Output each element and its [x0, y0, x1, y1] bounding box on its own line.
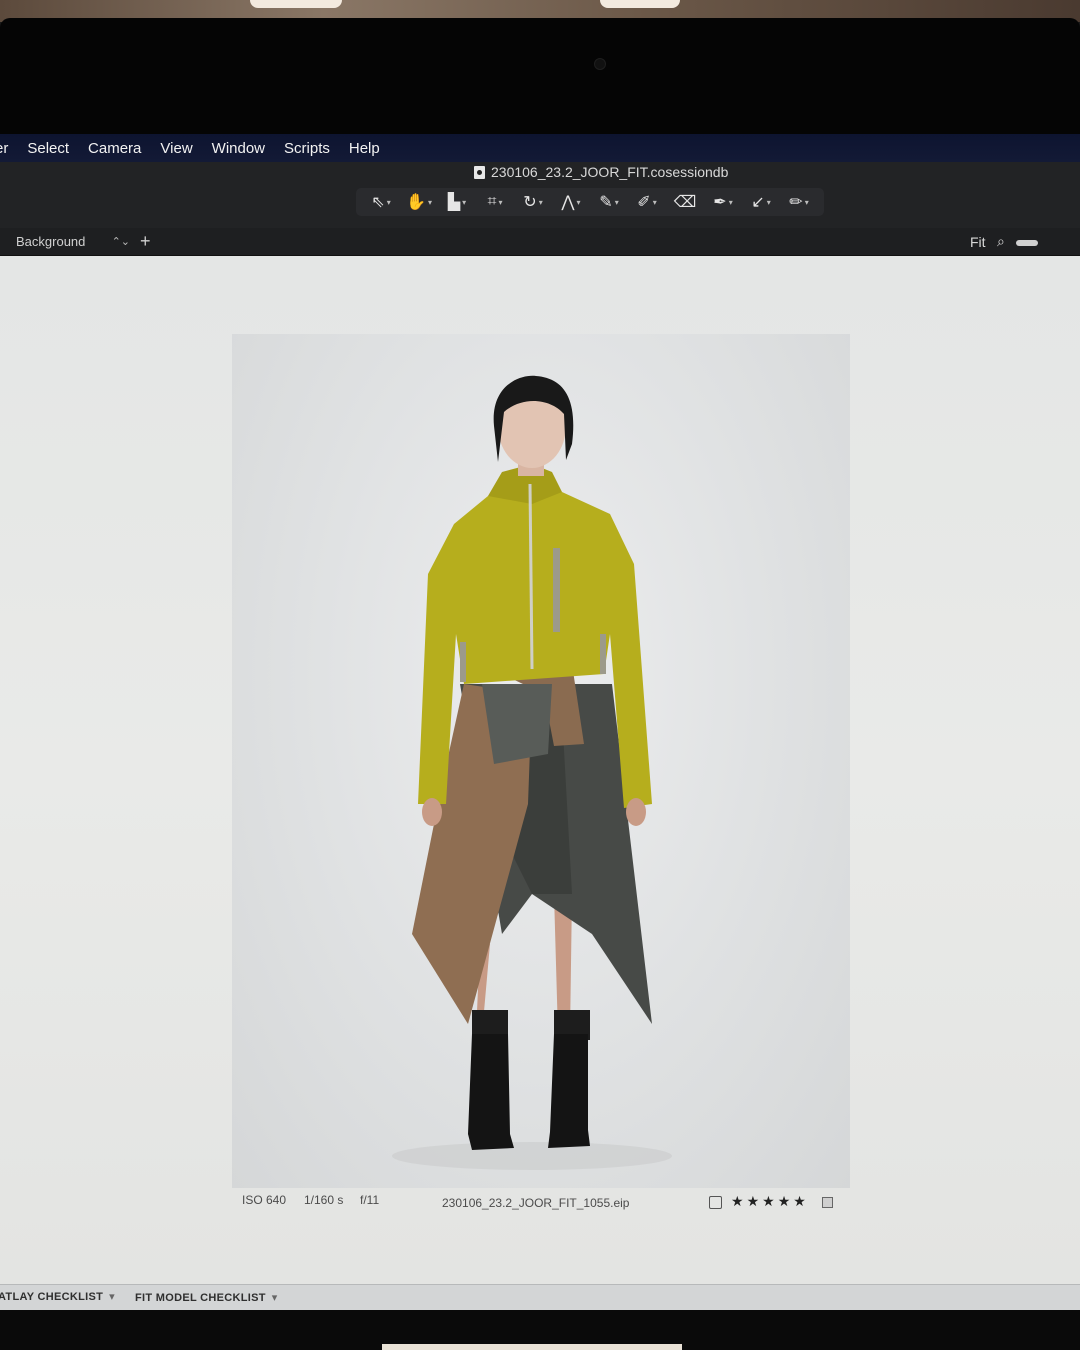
rotate-tool[interactable]: ↻ ▾: [514, 189, 552, 215]
menu-scripts[interactable]: Scripts: [284, 140, 330, 157]
pencil-tool[interactable]: ✏ ▾: [780, 189, 818, 215]
select-icon: ⇖: [371, 194, 385, 211]
picker-icon: ✎: [599, 194, 613, 211]
color-tag-icon[interactable]: [822, 1197, 833, 1208]
eraser-tool[interactable]: ⌫: [666, 189, 704, 215]
rotate-icon: ↻: [523, 194, 537, 211]
tab-flatlay-checklist-label: ATLAY CHECKLIST: [0, 1291, 104, 1303]
zoom-slider[interactable]: [1016, 240, 1038, 246]
zoom-fit-label[interactable]: Fit: [970, 234, 986, 250]
iso-value: ISO 640: [242, 1193, 287, 1207]
menu-camera[interactable]: Camera: [88, 140, 141, 157]
brush-icon: ✐: [637, 194, 651, 211]
tab-flatlay-checklist[interactable]: ATLAY CHECKLIST ▾: [0, 1290, 115, 1303]
star-icon[interactable]: ★: [762, 1193, 775, 1210]
star-icon[interactable]: ★: [793, 1193, 806, 1210]
select-tool[interactable]: ⇖ ▾: [362, 189, 400, 215]
aperture-value: f/11: [360, 1193, 380, 1207]
window-title-text: 230106_23.2_JOOR_FIT.cosessiondb: [491, 164, 729, 180]
pan-tool[interactable]: ✋ ▾: [400, 189, 438, 215]
ceiling-lamp: [250, 0, 342, 8]
monitor-bezel: [0, 18, 1080, 136]
captured-photo[interactable]: [232, 334, 850, 1188]
tab-fit-model-checklist[interactable]: FIT MODEL CHECKLIST ▾: [135, 1291, 278, 1304]
arrow-icon: ↙: [751, 194, 765, 211]
model-photo-illustration: [392, 375, 672, 1170]
keystone-icon: ⋀: [561, 194, 575, 211]
updown-chevron-icon: ⌃⌄: [111, 236, 130, 248]
menu-view[interactable]: View: [160, 140, 192, 157]
pan-hand-icon: ✋: [406, 194, 426, 211]
crop-icon: ⌗: [487, 193, 497, 210]
star-icon[interactable]: ★: [747, 1193, 760, 1210]
window-title: 230106_23.2_JOOR_FIT.cosessiondb: [474, 164, 728, 180]
session-document-icon: [474, 165, 485, 179]
menu-bar: rer Select Camera View Window Scripts He…: [0, 134, 1080, 162]
add-layer-icon[interactable]: +: [140, 231, 151, 252]
pen-icon: ✒: [713, 194, 727, 211]
keystone-tool[interactable]: ⋀ ▾: [552, 189, 590, 215]
viewer-header: Background ⌃⌄ + Fit ⌕: [0, 228, 1080, 256]
zoom-magnifier-icon[interactable]: ⌕: [997, 233, 1005, 250]
pen-tool[interactable]: ✒ ▾: [704, 189, 742, 215]
bottom-tool-tabs: ATLAY CHECKLIST ▾ FIT MODEL CHECKLIST ▾: [0, 1284, 1080, 1310]
star-rating[interactable]: ★ ★ ★ ★ ★: [731, 1193, 806, 1210]
layer-select[interactable]: Background ⌃⌄: [8, 232, 134, 252]
image-viewer: [0, 256, 1080, 1286]
webcam-icon: [594, 58, 606, 70]
star-icon[interactable]: ★: [731, 1193, 744, 1210]
monitor-bezel-bottom: [0, 1310, 1080, 1350]
menu-layer[interactable]: rer: [0, 140, 8, 157]
crop-tool[interactable]: ⌗ ▾: [476, 189, 514, 215]
menu-window[interactable]: Window: [212, 140, 265, 157]
ceiling-lamp: [600, 0, 680, 8]
tab-fit-model-checklist-label: FIT MODEL CHECKLIST: [135, 1292, 266, 1304]
shutter-value: 1/160 s: [304, 1193, 344, 1207]
menu-help[interactable]: Help: [349, 140, 380, 157]
menu-select[interactable]: Select: [27, 140, 69, 157]
eraser-icon: ⌫: [673, 194, 697, 211]
chevron-down-icon: ▾: [109, 1291, 115, 1303]
image-filename: 230106_23.2_JOOR_FIT_1055.eip: [442, 1196, 630, 1210]
layer-select-value: Background: [16, 234, 86, 249]
loupe-tool[interactable]: ▙ ▾: [438, 189, 476, 215]
desk-object: [382, 1344, 682, 1350]
picker-tool[interactable]: ✎ ▾: [590, 189, 628, 215]
window-titlebar: 230106_23.2_JOOR_FIT.cosessiondb ⇖ ▾ ✋ ▾ ▙…: [0, 162, 1080, 228]
loupe-icon: ▙: [447, 194, 461, 211]
cursor-toolbar: ⇖ ▾ ✋ ▾ ▙ ▾ ⌗ ▾ ↻ ▾ ⋀ ▾ ✎ ▾ ✐ ▾ ⌫ ✒ ▾ ↙ ▾ ✏ ▾: [356, 188, 824, 216]
brush-tool[interactable]: ✐ ▾: [628, 189, 666, 215]
chevron-down-icon: ▾: [271, 1292, 278, 1304]
select-checkbox[interactable]: [709, 1196, 722, 1209]
star-icon[interactable]: ★: [778, 1193, 791, 1210]
pencil-icon: ✏: [789, 194, 803, 211]
arrow-tool[interactable]: ↙ ▾: [742, 189, 780, 215]
